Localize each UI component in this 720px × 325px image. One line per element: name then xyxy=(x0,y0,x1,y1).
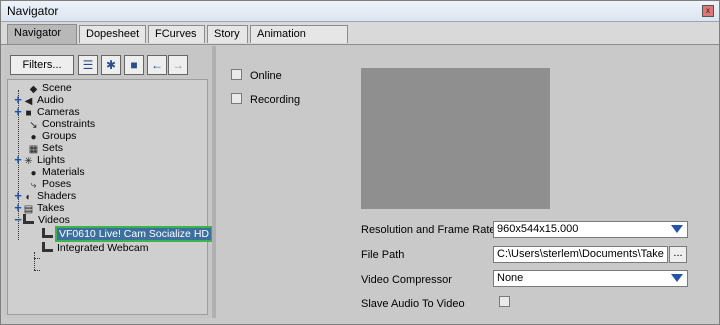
tab-animation-trigger[interactable]: Animation Trigger xyxy=(250,25,348,57)
tree-item-takes[interactable]: ▤ Takes xyxy=(23,202,65,215)
online-checkbox[interactable] xyxy=(231,69,242,80)
pin-icon[interactable]: ✱ xyxy=(101,55,121,75)
tree-item-sets[interactable]: ▦ Sets xyxy=(28,142,63,155)
video-icon xyxy=(42,242,53,252)
video-icon xyxy=(23,214,34,224)
title-bar: Navigator x xyxy=(1,1,719,22)
tree-item-materials[interactable]: ● Materials xyxy=(28,166,84,179)
resolution-label: Resolution and Frame Rate xyxy=(361,224,496,236)
tree-connector xyxy=(34,258,40,259)
tree-item-video-vf0610[interactable]: VF0610 Live! Cam Socialize HD xyxy=(42,226,213,242)
filters-button[interactable]: Filters... xyxy=(10,55,74,75)
video-properties-pane: Online Recording Resolution and Frame Ra… xyxy=(217,46,717,318)
tab-story[interactable]: Story xyxy=(207,25,248,43)
compressor-label: Video Compressor xyxy=(361,274,452,286)
tree-item-shaders[interactable]: ◐ Shaders xyxy=(23,190,76,203)
tab-dopesheet[interactable]: Dopesheet xyxy=(79,25,146,43)
slave-audio-checkbox[interactable] xyxy=(499,296,510,307)
recording-label: Recording xyxy=(250,94,301,106)
navigator-window: Navigator x Navigator Dopesheet FCurves … xyxy=(0,0,720,325)
tree-item-videos[interactable]: Videos xyxy=(23,214,70,226)
tab-navigator[interactable]: Navigator xyxy=(7,24,77,44)
slave-audio-label: Slave Audio To Video xyxy=(361,298,465,310)
tree-item-constraints[interactable]: ↘ Constraints xyxy=(28,118,95,131)
expand-icon[interactable]: + xyxy=(13,105,23,118)
chevron-down-icon xyxy=(671,225,683,233)
collapse-icon[interactable]: − xyxy=(13,213,23,226)
list-icon[interactable]: ☰ xyxy=(78,55,98,75)
browse-button[interactable]: ... xyxy=(669,246,687,263)
scene-tree: ◆ Scene + ◀ Audio + ■ Cameras ↘ Constraints … xyxy=(7,79,213,315)
tree-item-cameras[interactable]: ■ Cameras xyxy=(23,106,79,119)
tree-item-audio[interactable]: ◀ Audio xyxy=(23,94,64,107)
tree-item-lights[interactable]: ✳ Lights xyxy=(23,154,65,167)
online-label: Online xyxy=(250,70,282,82)
resolution-dropdown[interactable]: 960x544x15.000 xyxy=(493,221,688,238)
tree-item-poses[interactable]: ⤷ Poses xyxy=(28,178,72,191)
pane-splitter[interactable] xyxy=(212,46,216,318)
tree-connector xyxy=(34,270,40,271)
compressor-dropdown[interactable]: None xyxy=(493,270,688,287)
close-icon[interactable]: x xyxy=(702,5,714,17)
tree-connector xyxy=(34,252,35,270)
filepath-label: File Path xyxy=(361,249,405,261)
expand-icon[interactable]: + xyxy=(13,153,23,166)
tab-fcurves[interactable]: FCurves xyxy=(148,25,205,43)
lock-icon[interactable]: ■ xyxy=(124,55,144,75)
arrow-right-icon[interactable]: → xyxy=(168,55,188,75)
video-icon xyxy=(42,228,53,238)
tree-item-video-integrated-webcam[interactable]: Integrated Webcam xyxy=(42,242,148,254)
chevron-down-icon xyxy=(671,274,683,282)
tree-item-scene[interactable]: ◆ Scene xyxy=(28,82,72,95)
arrow-left-icon[interactable]: ← xyxy=(147,55,167,75)
recording-checkbox[interactable] xyxy=(231,93,242,104)
video-preview xyxy=(361,68,550,209)
tab-strip: Navigator Dopesheet FCurves Story Animat… xyxy=(1,22,719,57)
window-title: Navigator xyxy=(7,4,59,18)
filepath-field[interactable]: C:\Users\sterlem\Documents\Take 001-V xyxy=(493,246,668,263)
selected-video-label: VF0610 Live! Cam Socialize HD xyxy=(55,226,213,242)
navigator-toolbar: Filters... ☰ ✱ ■ ← → xyxy=(6,48,209,76)
tree-item-groups[interactable]: ● Groups xyxy=(28,130,76,143)
scene-browser-pane: Filters... ☰ ✱ ■ ← → ◆ Scene + ◀ Audio + ■… xyxy=(4,46,213,318)
